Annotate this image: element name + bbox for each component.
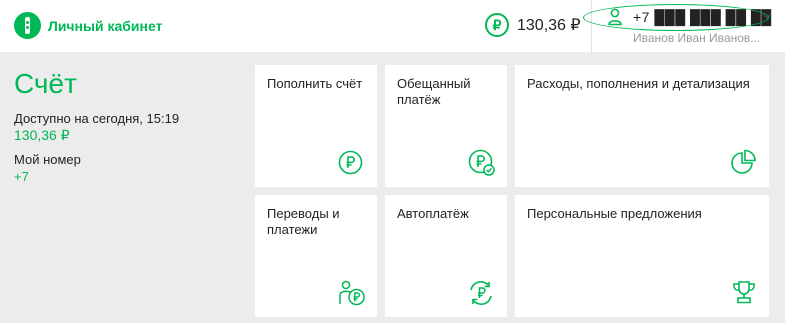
header-balance[interactable]: ₽ 130,36 ₽	[485, 13, 581, 37]
logo[interactable]: Личный кабинет	[14, 12, 162, 39]
tile-label: Обещанный платёж	[397, 76, 471, 107]
tile-autopay[interactable]: Автоплатёж	[385, 195, 507, 317]
tile-label: Расходы, пополнения и детализация	[527, 76, 750, 91]
ruble-cycle-icon	[470, 281, 492, 305]
pie-chart-icon	[731, 149, 756, 174]
tile-label: Пополнить счёт	[267, 76, 363, 91]
account-name: Иванов Иван Иванов...	[633, 31, 761, 45]
tile-label: Персональные предложения	[527, 206, 702, 221]
account-summary: Счёт Доступно на сегодня, 15:19 130,36 ₽…	[0, 52, 250, 323]
megafon-logo-icon	[14, 12, 41, 39]
ruble-icon	[338, 150, 363, 175]
highlight-ellipse	[583, 4, 769, 31]
tile-promised-payment[interactable]: Обещанный платёж	[385, 65, 507, 187]
balance-value: 130,36 ₽	[517, 17, 581, 34]
my-number-value: +7	[14, 169, 29, 184]
tile-label: Переводы и платежи	[267, 206, 340, 237]
tile-transfers[interactable]: Переводы и платежи	[255, 195, 377, 317]
trophy-icon	[733, 281, 755, 304]
tile-expenses[interactable]: Расходы, пополнения и детализация	[515, 65, 769, 187]
page-title: Счёт	[14, 68, 77, 99]
tile-top-up[interactable]: Пополнить счёт	[255, 65, 377, 187]
tile-personal-offers[interactable]: Персональные предложения	[515, 195, 769, 317]
ruble-check-icon	[468, 149, 495, 176]
person-ruble-icon	[339, 280, 365, 306]
ruble-icon: ₽	[485, 13, 509, 37]
tile-label: Автоплатёж	[397, 206, 469, 221]
logo-text: Личный кабинет	[48, 17, 163, 34]
available-label: Доступно на сегодня, 15:19	[14, 111, 180, 126]
my-number-label: Мой номер	[14, 152, 81, 167]
available-value: 130,36 ₽	[14, 127, 70, 143]
